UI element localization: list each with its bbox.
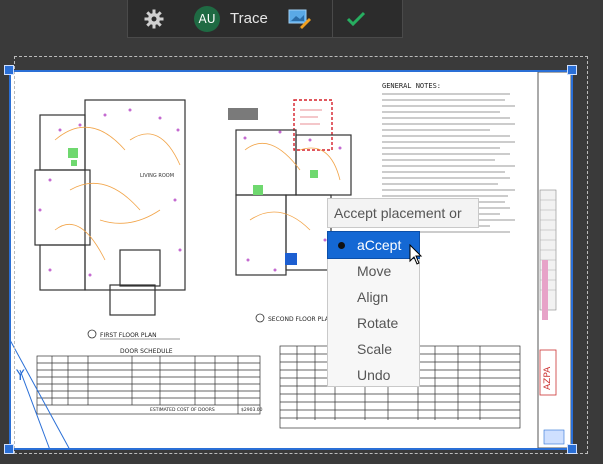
svg-text:Y: Y [15,368,25,384]
door-schedule-title: DOOR SCHEDULE [120,348,173,355]
resize-handle-bottom-right[interactable] [567,444,577,454]
trace-toolbar: AU Trace [127,0,403,38]
notes-title: GENERAL NOTES: [382,82,441,90]
menu-item-label: aCcept [357,237,402,253]
menu-item-accept[interactable]: aCcept [327,231,420,259]
context-menu: aCcept Move Align Rotate Scale Undo [327,231,420,387]
menu-item-label: Move [357,263,392,279]
command-prompt: Accept placement or [327,198,479,228]
menu-item-rotate[interactable]: Rotate [328,310,419,336]
menu-item-align[interactable]: Align [328,284,419,310]
menu-item-label: Rotate [357,315,399,331]
first-floor-title: FIRST FLOOR PLAN [100,332,157,339]
resize-handle-bottom-left[interactable] [4,444,14,454]
confirm-button[interactable] [333,0,379,38]
menu-item-move[interactable]: Move [328,258,419,284]
floor-plan-drawing: AZPA GENERAL NOTES: LIVING ROOM FIRST FL… [9,71,572,451]
edit-trace-button[interactable] [282,0,318,38]
menu-item-undo[interactable]: Undo [328,362,419,388]
drawing-sheet[interactable]: AZPA GENERAL NOTES: LIVING ROOM FIRST FL… [9,70,573,451]
menu-item-label: Align [357,289,389,305]
mouse-pointer-icon [409,244,423,265]
door-schedule-total-value: $2903.00 [241,407,263,413]
avatar[interactable]: AU [194,5,220,32]
menu-item-scale[interactable]: Scale [328,336,419,362]
resize-handle-top-left[interactable] [4,65,14,75]
menu-item-label: Undo [357,367,391,383]
menu-item-label: Scale [357,341,393,357]
gear-icon [144,9,164,28]
checkmark-icon [346,11,365,26]
resize-handle-top-right[interactable] [567,65,577,75]
trace-label: Trace [230,10,268,27]
living-room-label: LIVING ROOM [140,173,174,179]
image-edit-icon [288,9,311,29]
selected-bullet-icon [338,242,345,249]
second-floor-title: SECOND FLOOR PLAN [268,316,333,323]
svg-text:AZPA: AZPA [543,366,553,390]
settings-button[interactable] [128,0,180,38]
door-schedule-total-label: ESTIMATED COST OF DOORS [150,407,215,413]
